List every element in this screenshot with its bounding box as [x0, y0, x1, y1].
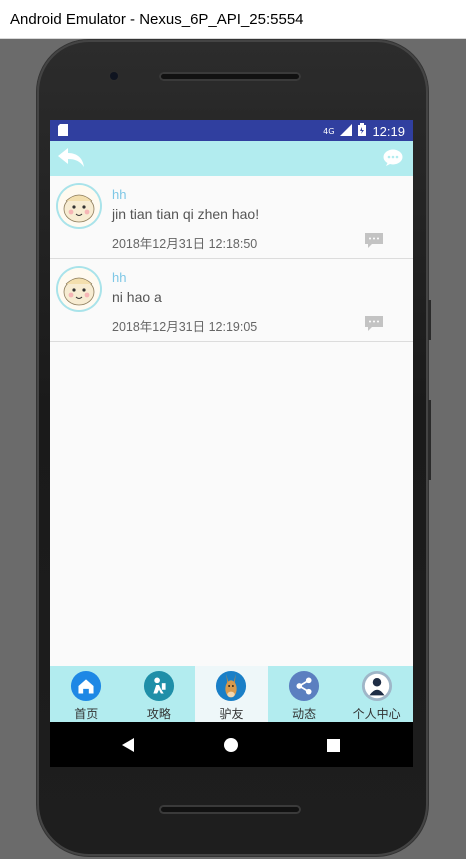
chat-bubble-more-icon	[383, 149, 403, 166]
reply-arrow-icon	[58, 148, 84, 167]
guide-icon	[143, 670, 174, 702]
nav-recents-button[interactable]	[327, 737, 340, 756]
window-title: Android Emulator - Nexus_6P_API_25:5554	[10, 10, 304, 28]
recents-square-icon	[327, 739, 340, 752]
device-screen: 4G 12:19 hh jin tian tian qi zhen hao! 2…	[50, 120, 413, 767]
back-button[interactable]	[57, 145, 85, 171]
tab-label: 动态	[292, 707, 317, 721]
nav-home-button[interactable]	[224, 737, 238, 756]
tab-friends[interactable]: 驴友	[195, 666, 268, 722]
timestamp: 2018年12月31日 12:18:50	[112, 237, 258, 251]
tab-label: 攻略	[146, 707, 171, 721]
nav-back-button[interactable]	[122, 737, 136, 756]
tab-label: 首页	[74, 707, 99, 721]
username[interactable]: hh	[112, 187, 126, 202]
signal-icon	[340, 123, 353, 139]
comment-button[interactable]	[365, 316, 383, 331]
bottom-tab-bar: 首页 攻略 驴友 动态 个人中心	[50, 666, 413, 722]
avatar[interactable]	[58, 185, 100, 227]
chat-menu-button[interactable]	[383, 149, 403, 167]
app-bar	[50, 141, 413, 176]
power-button[interactable]	[428, 300, 431, 340]
avatar[interactable]	[58, 268, 100, 310]
share-icon	[289, 670, 320, 702]
message-text: ni hao a	[112, 289, 162, 305]
username[interactable]: hh	[112, 270, 126, 285]
window-titlebar: Android Emulator - Nexus_6P_API_25:5554	[0, 0, 466, 39]
comment-icon	[365, 316, 383, 331]
tab-moments[interactable]: 动态	[268, 666, 341, 722]
cartoon-face-icon	[58, 185, 100, 227]
tab-guide[interactable]: 攻略	[123, 666, 196, 722]
bottom-speaker	[159, 805, 301, 814]
volume-rocker[interactable]	[428, 400, 431, 480]
tab-label: 个人中心	[352, 707, 401, 721]
home-icon	[71, 670, 102, 702]
cartoon-face-icon	[58, 268, 100, 310]
tab-label: 驴友	[219, 707, 244, 721]
tab-profile[interactable]: 个人中心	[340, 666, 413, 722]
top-speaker	[159, 72, 301, 81]
status-bar: 4G 12:19	[50, 120, 413, 141]
home-circle-icon	[224, 738, 238, 752]
sd-card-icon	[58, 124, 68, 139]
comment-icon	[365, 233, 383, 248]
post-list: hh jin tian tian qi zhen hao! 2018年12月31…	[50, 176, 413, 342]
tab-home[interactable]: 首页	[50, 666, 123, 722]
comment-button[interactable]	[365, 233, 383, 248]
timestamp: 2018年12月31日 12:19:05	[112, 320, 258, 334]
user-icon	[361, 670, 392, 702]
message-text: jin tian tian qi zhen hao!	[112, 206, 260, 222]
network-label: 4G	[323, 126, 335, 136]
front-camera	[110, 72, 118, 80]
list-item[interactable]: hh ni hao a 2018年12月31日 12:19:05	[50, 259, 413, 342]
back-triangle-icon	[122, 738, 134, 752]
battery-icon	[358, 123, 367, 139]
status-time: 12:19	[372, 123, 405, 139]
list-item[interactable]: hh jin tian tian qi zhen hao! 2018年12月31…	[50, 176, 413, 259]
system-nav-bar	[50, 722, 413, 767]
donkey-icon	[216, 670, 247, 702]
